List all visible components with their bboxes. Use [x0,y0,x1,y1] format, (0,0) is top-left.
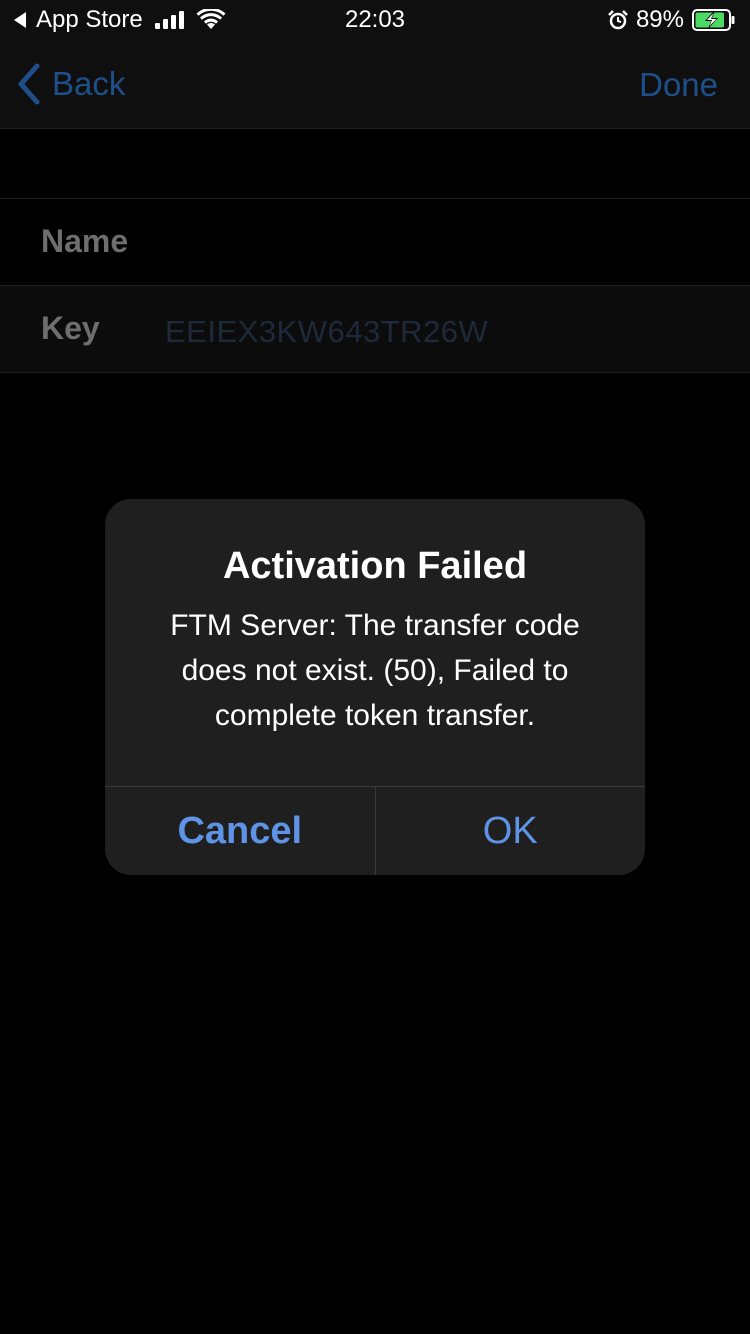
key-label: Key [41,310,100,346]
alert-actions: Cancel OK [105,786,645,875]
name-label: Name [41,223,129,259]
alert-message: FTM Server: The transfer code does not e… [170,609,580,732]
screen: App Store 22:03 89% Back Done Name Key E… [0,0,750,1334]
ok-button[interactable]: OK [376,787,646,875]
alert-title: Activation Failed [222,545,528,587]
status-bar: App Store 22:03 89% [0,0,750,40]
key-field[interactable]: EEIEX3KW643TR26W [165,314,488,350]
battery-percent: 89% [635,6,684,33]
chevron-left-icon [18,63,40,105]
done-button[interactable]: Done [639,66,718,104]
name-row[interactable]: Name [0,198,750,285]
activation-failed-alert: Activation Failed FTM Server: The transf… [105,499,645,875]
status-right: 89% [608,6,736,34]
back-label: Back [52,65,126,102]
battery-charging-icon [692,9,735,31]
key-row[interactable]: Key EEIEX3KW643TR26W [0,285,750,373]
navigation-bar: Back Done [0,40,750,129]
alarm-icon [608,10,628,30]
cancel-button[interactable]: Cancel [105,787,376,875]
back-button[interactable]: Back [16,62,125,106]
